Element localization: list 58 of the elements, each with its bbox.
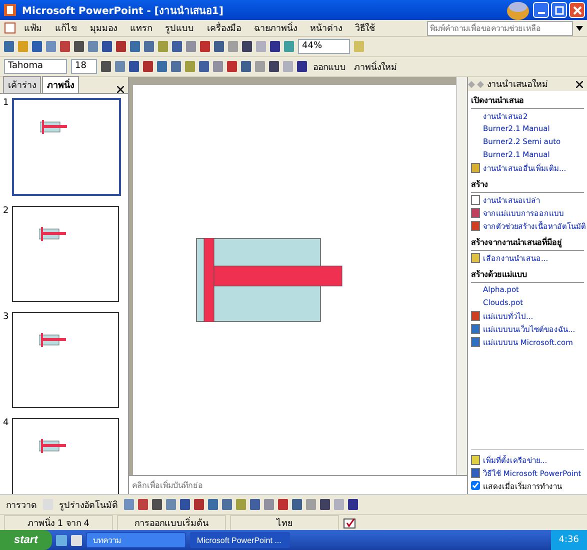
- minimize-icon: [538, 12, 544, 14]
- slide-thumbnail[interactable]: [12, 312, 119, 408]
- menu-item[interactable]: แก้ไข: [50, 21, 82, 35]
- close-button[interactable]: [569, 2, 585, 18]
- scrollbar[interactable]: [456, 77, 467, 475]
- clock: 4:36: [558, 535, 579, 545]
- section-heading: สร้าง: [471, 177, 584, 193]
- shape-drawing: [39, 333, 69, 347]
- menu-item[interactable]: แฟ้ม: [19, 21, 47, 35]
- start-button[interactable]: start: [0, 530, 52, 550]
- menu-item[interactable]: รูปแบบ: [160, 21, 199, 35]
- tab[interactable]: ภาพนิ่ง: [42, 76, 79, 93]
- draw-button[interactable]: การวาด: [4, 498, 39, 512]
- slide-number: 3: [3, 312, 10, 324]
- menu-item[interactable]: แทรก: [125, 21, 157, 35]
- new-slide-button[interactable]: ภาพนิ่งใหม่: [352, 60, 399, 74]
- menu-item[interactable]: เครื่องมือ: [202, 21, 246, 35]
- font-field[interactable]: Tahoma: [4, 59, 67, 74]
- autoshapes-button[interactable]: รูปร่างอัตโนมัติ: [57, 498, 120, 512]
- spelling-check-icon: [343, 516, 357, 528]
- shape-drawing: [39, 227, 69, 241]
- section-heading: สร้างด้วยแม่แบบ: [471, 267, 584, 283]
- tab[interactable]: เค้าร่าง: [3, 76, 41, 93]
- back-forward-icon[interactable]: [468, 80, 484, 88]
- minimize-button[interactable]: [533, 2, 549, 18]
- menu-item[interactable]: ฉายภาพนิ่ง: [249, 21, 302, 35]
- slide-thumbnail[interactable]: [12, 98, 121, 196]
- task-pane-title: งานนำเสนอใหม่: [487, 78, 548, 91]
- powerpoint-icon: [4, 4, 16, 16]
- maximize-icon: [554, 6, 564, 14]
- design-button[interactable]: ออกแบบ: [311, 60, 348, 74]
- checkbox[interactable]: [471, 481, 480, 490]
- section-heading: สร้างจากงานนำเสนอที่มีอยู่: [471, 235, 584, 251]
- close-icon[interactable]: [117, 86, 124, 93]
- help-search-field[interactable]: พิมพ์คำถามเพื่อขอความช่วยเหลือ: [427, 20, 573, 36]
- close-icon: [572, 6, 582, 14]
- dropdown-icon[interactable]: [576, 26, 583, 30]
- notes-field[interactable]: คลิกเพื่อเพิ่มบันทึกย่อ: [129, 475, 467, 494]
- close-icon[interactable]: [576, 80, 583, 88]
- menu-item[interactable]: วิธีใช้: [350, 21, 380, 35]
- slide-number: 4: [3, 418, 10, 430]
- zoom-field[interactable]: 44%: [298, 39, 350, 54]
- slide-thumbnail[interactable]: [12, 206, 119, 302]
- taskbar-button[interactable]: บทความ: [86, 532, 186, 548]
- slide-number: 1: [3, 98, 10, 110]
- taskbar-button[interactable]: Microsoft PowerPoint ...: [190, 532, 290, 548]
- menu-item[interactable]: หน้าต่าง: [305, 21, 347, 35]
- assistant-icon: [505, 0, 531, 20]
- shape-drawing: [40, 120, 70, 134]
- slide-number: 2: [3, 206, 10, 218]
- shape-drawing: [39, 439, 69, 453]
- section-heading: เปิดงานนำเสนอ: [471, 93, 584, 109]
- menu-item[interactable]: มุมมอง: [85, 21, 122, 35]
- blank-page-icon: [471, 194, 480, 204]
- font-size-field[interactable]: 18: [71, 59, 97, 74]
- restore-button[interactable]: [551, 2, 567, 18]
- window-title: Microsoft PowerPoint - [งานนำเสนอ1]: [22, 4, 224, 18]
- shape-drawing[interactable]: [196, 238, 344, 322]
